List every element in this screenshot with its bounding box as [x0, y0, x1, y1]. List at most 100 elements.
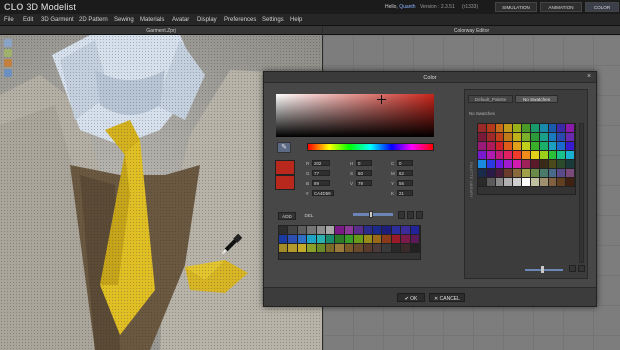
library-swatch[interactable]: [530, 124, 540, 133]
library-swatch[interactable]: [557, 169, 567, 178]
palette-swatch[interactable]: [401, 244, 411, 253]
library-swatch[interactable]: [548, 142, 558, 151]
library-swatch[interactable]: [486, 160, 496, 169]
picker-crosshair-icon[interactable]: [377, 95, 386, 104]
library-swatch[interactable]: [548, 124, 558, 133]
library-swatch[interactable]: [522, 169, 531, 178]
library-swatch[interactable]: [566, 151, 575, 160]
palette-swatch[interactable]: [335, 226, 345, 235]
delete-color-button[interactable]: DEL: [302, 212, 316, 220]
color-palette-grid[interactable]: [278, 225, 421, 260]
library-swatch[interactable]: [557, 142, 567, 151]
avatar-icon[interactable]: [4, 49, 12, 57]
library-swatch[interactable]: [495, 142, 505, 151]
library-swatch[interactable]: [513, 133, 523, 142]
library-swatch[interactable]: [566, 133, 575, 142]
close-icon[interactable]: ×: [585, 73, 593, 81]
palette-swatch[interactable]: [382, 244, 392, 253]
library-swatch[interactable]: [548, 133, 558, 142]
library-swatch[interactable]: [539, 151, 549, 160]
channel-y-input[interactable]: 56: [397, 180, 413, 186]
library-swatch[interactable]: [478, 160, 487, 169]
palette-swatch[interactable]: [279, 244, 289, 253]
library-swatch[interactable]: [504, 151, 514, 160]
palette-swatch[interactable]: [344, 244, 355, 253]
grid-view-icon[interactable]: [398, 211, 405, 219]
palette-swatch[interactable]: [288, 226, 298, 235]
library-swatch[interactable]: [486, 151, 496, 160]
library-swatch[interactable]: [495, 178, 505, 187]
palette-swatch[interactable]: [363, 244, 373, 253]
palette-swatch[interactable]: [316, 235, 326, 244]
library-swatch-grid[interactable]: [477, 123, 576, 195]
menu-preferences[interactable]: Preferences: [224, 17, 256, 23]
mode-animation-button[interactable]: ANIMATION: [540, 2, 582, 12]
eyedropper-icon[interactable]: ✎: [277, 142, 291, 153]
mode-color-button[interactable]: COLOR: [585, 2, 619, 12]
palette-swatch[interactable]: [344, 226, 355, 235]
add-color-button[interactable]: ADD: [278, 212, 296, 220]
library-swatch[interactable]: [522, 178, 531, 187]
library-swatch[interactable]: [548, 151, 558, 160]
palette-swatch[interactable]: [382, 226, 392, 235]
palette-swatch[interactable]: [391, 226, 402, 235]
texture-icon[interactable]: [4, 59, 12, 67]
library-swatch[interactable]: [513, 124, 523, 133]
palette-swatch[interactable]: [307, 244, 317, 253]
palette-swatch[interactable]: [410, 235, 420, 244]
library-swatch[interactable]: [504, 178, 514, 187]
library-swatch[interactable]: [548, 160, 558, 169]
channel-r-input[interactable]: 202: [312, 160, 330, 166]
palette-swatch[interactable]: [335, 235, 345, 244]
library-zoom-slider-handle[interactable]: [541, 266, 544, 273]
palette-swatch[interactable]: [335, 244, 345, 253]
library-swatch[interactable]: [513, 142, 523, 151]
menu-help[interactable]: Help: [290, 17, 302, 23]
library-swatch[interactable]: [539, 142, 549, 151]
library-swatch[interactable]: [504, 142, 514, 151]
cancel-button[interactable]: ✕ CANCEL: [429, 293, 465, 302]
channel-k-input[interactable]: 21: [397, 190, 413, 196]
menu-2d-pattern[interactable]: 2D Pattern: [79, 17, 108, 23]
library-swatch[interactable]: [530, 142, 540, 151]
library-swatch[interactable]: [522, 133, 531, 142]
library-swatch[interactable]: [478, 133, 487, 142]
channel-c-input[interactable]: 0: [397, 160, 413, 166]
palette-swatch[interactable]: [372, 235, 383, 244]
library-swatch[interactable]: [495, 124, 505, 133]
library-swatch[interactable]: [486, 124, 496, 133]
palette-swatch[interactable]: [307, 226, 317, 235]
library-swatch[interactable]: [495, 169, 505, 178]
menu-sewing[interactable]: Sewing: [114, 17, 134, 23]
tab-default-palette[interactable]: Default_Palette: [468, 95, 513, 103]
library-swatch[interactable]: [539, 124, 549, 133]
channel-v-input[interactable]: 79: [356, 180, 372, 186]
library-swatch[interactable]: [504, 169, 514, 178]
tab-no-swatches[interactable]: No Swatches: [515, 95, 558, 103]
palette-swatch[interactable]: [279, 235, 289, 244]
library-swatch[interactable]: [530, 160, 540, 169]
palette-swatch[interactable]: [363, 226, 373, 235]
palette-swatch[interactable]: [363, 235, 373, 244]
palette-swatch[interactable]: [382, 235, 392, 244]
menu-file[interactable]: File: [4, 17, 14, 23]
menu-display[interactable]: Display: [197, 17, 217, 23]
library-swatch[interactable]: [478, 142, 487, 151]
palette-swatch[interactable]: [391, 235, 402, 244]
library-swatch[interactable]: [522, 151, 531, 160]
library-swatch[interactable]: [513, 160, 523, 169]
palette-swatch[interactable]: [316, 244, 326, 253]
library-swatch[interactable]: [504, 124, 514, 133]
library-swatch[interactable]: [530, 133, 540, 142]
palette-swatch[interactable]: [297, 244, 308, 253]
palette-swatch[interactable]: [401, 226, 411, 235]
library-swatch[interactable]: [539, 178, 549, 187]
palette-swatch[interactable]: [316, 226, 326, 235]
library-swatch[interactable]: [478, 124, 487, 133]
menu-settings[interactable]: Settings: [262, 17, 284, 23]
palette-swatch[interactable]: [372, 244, 383, 253]
library-swatch[interactable]: [566, 169, 575, 178]
palette-size-slider[interactable]: [353, 213, 393, 216]
library-swatch[interactable]: [557, 178, 567, 187]
menu-edit[interactable]: Edit: [23, 17, 33, 23]
